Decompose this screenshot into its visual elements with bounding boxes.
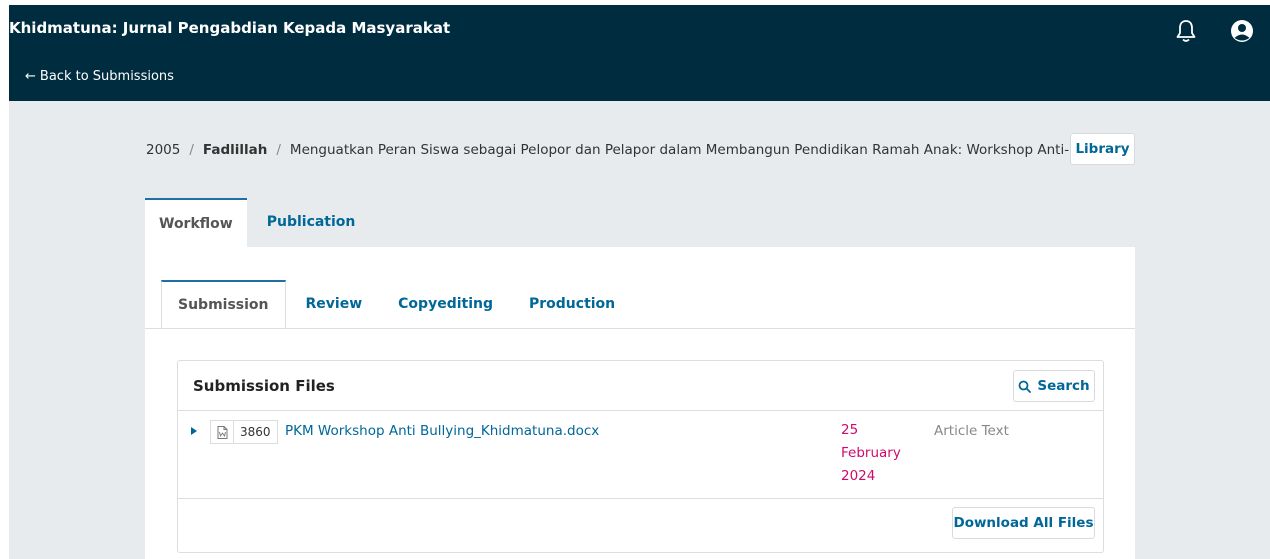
tab-review[interactable]: Review [286, 280, 381, 328]
breadcrumb: 2005 / Fadlillah / Menguatkan Peran Siswa se… [146, 142, 1069, 158]
search-label: Search [1037, 378, 1090, 394]
tab-submission[interactable]: Submission [161, 280, 286, 328]
workflow-panel: Submission Review Copyediting Production… [145, 247, 1135, 559]
files-header: Submission Files Search [178, 361, 1103, 411]
app-window: Khidmatuna: Jurnal Pengabdian Kepada Mas… [9, 5, 1270, 559]
file-date-month: February [841, 445, 901, 461]
back-to-submissions-link[interactable]: ← Back to Submissions [25, 69, 174, 84]
submission-files-panel: Submission Files Search 3860 PKM Worksho… [177, 360, 1104, 553]
submission-id: 2005 [146, 142, 181, 158]
submission-author: Fadlillah [202, 142, 268, 158]
tab-copyediting[interactable]: Copyediting [380, 280, 511, 328]
back-link-label: Back to Submissions [39, 69, 174, 84]
back-arrow-icon: ← [25, 69, 36, 84]
submission-title: Menguatkan Peran Siswa sebagai Pelopor d… [289, 142, 1070, 158]
file-type: Article Text [934, 423, 1009, 439]
file-date: 25 February 2024 [841, 419, 911, 488]
file-date-day: 25 [841, 422, 859, 438]
tabs-divider [145, 328, 1135, 329]
main-tabs: Workflow Publication [145, 198, 369, 248]
user-menu-button[interactable] [1228, 17, 1256, 45]
file-id-badge: 3860 [210, 420, 278, 444]
tab-workflow[interactable]: Workflow [145, 198, 247, 248]
file-date-year: 2024 [841, 468, 876, 484]
search-button[interactable]: Search [1013, 370, 1095, 402]
tab-production[interactable]: Production [511, 280, 633, 328]
file-row: 3860 PKM Workshop Anti Bullying_Khidmatu… [178, 410, 1103, 499]
breadcrumb-separator: / [189, 142, 194, 158]
user-icon [1231, 20, 1253, 42]
library-button[interactable]: Library [1070, 133, 1135, 165]
top-header: Khidmatuna: Jurnal Pengabdian Kepada Mas… [9, 5, 1270, 101]
stage-tabs: Submission Review Copyediting Production [161, 280, 633, 328]
journal-title[interactable]: Khidmatuna: Jurnal Pengabdian Kepada Mas… [9, 19, 450, 37]
file-name-link[interactable]: PKM Workshop Anti Bullying_Khidmatuna.do… [285, 423, 599, 439]
search-icon [1018, 380, 1032, 393]
file-id: 3860 [240, 425, 271, 439]
tab-publication[interactable]: Publication [247, 198, 370, 246]
download-all-files-button[interactable]: Download All Files [952, 507, 1095, 539]
breadcrumb-separator: / [276, 142, 281, 158]
files-title: Submission Files [193, 377, 335, 395]
expand-triangle-icon[interactable] [188, 425, 200, 437]
document-icon [211, 421, 234, 443]
bell-icon [1176, 20, 1196, 42]
notifications-button[interactable] [1172, 17, 1200, 45]
